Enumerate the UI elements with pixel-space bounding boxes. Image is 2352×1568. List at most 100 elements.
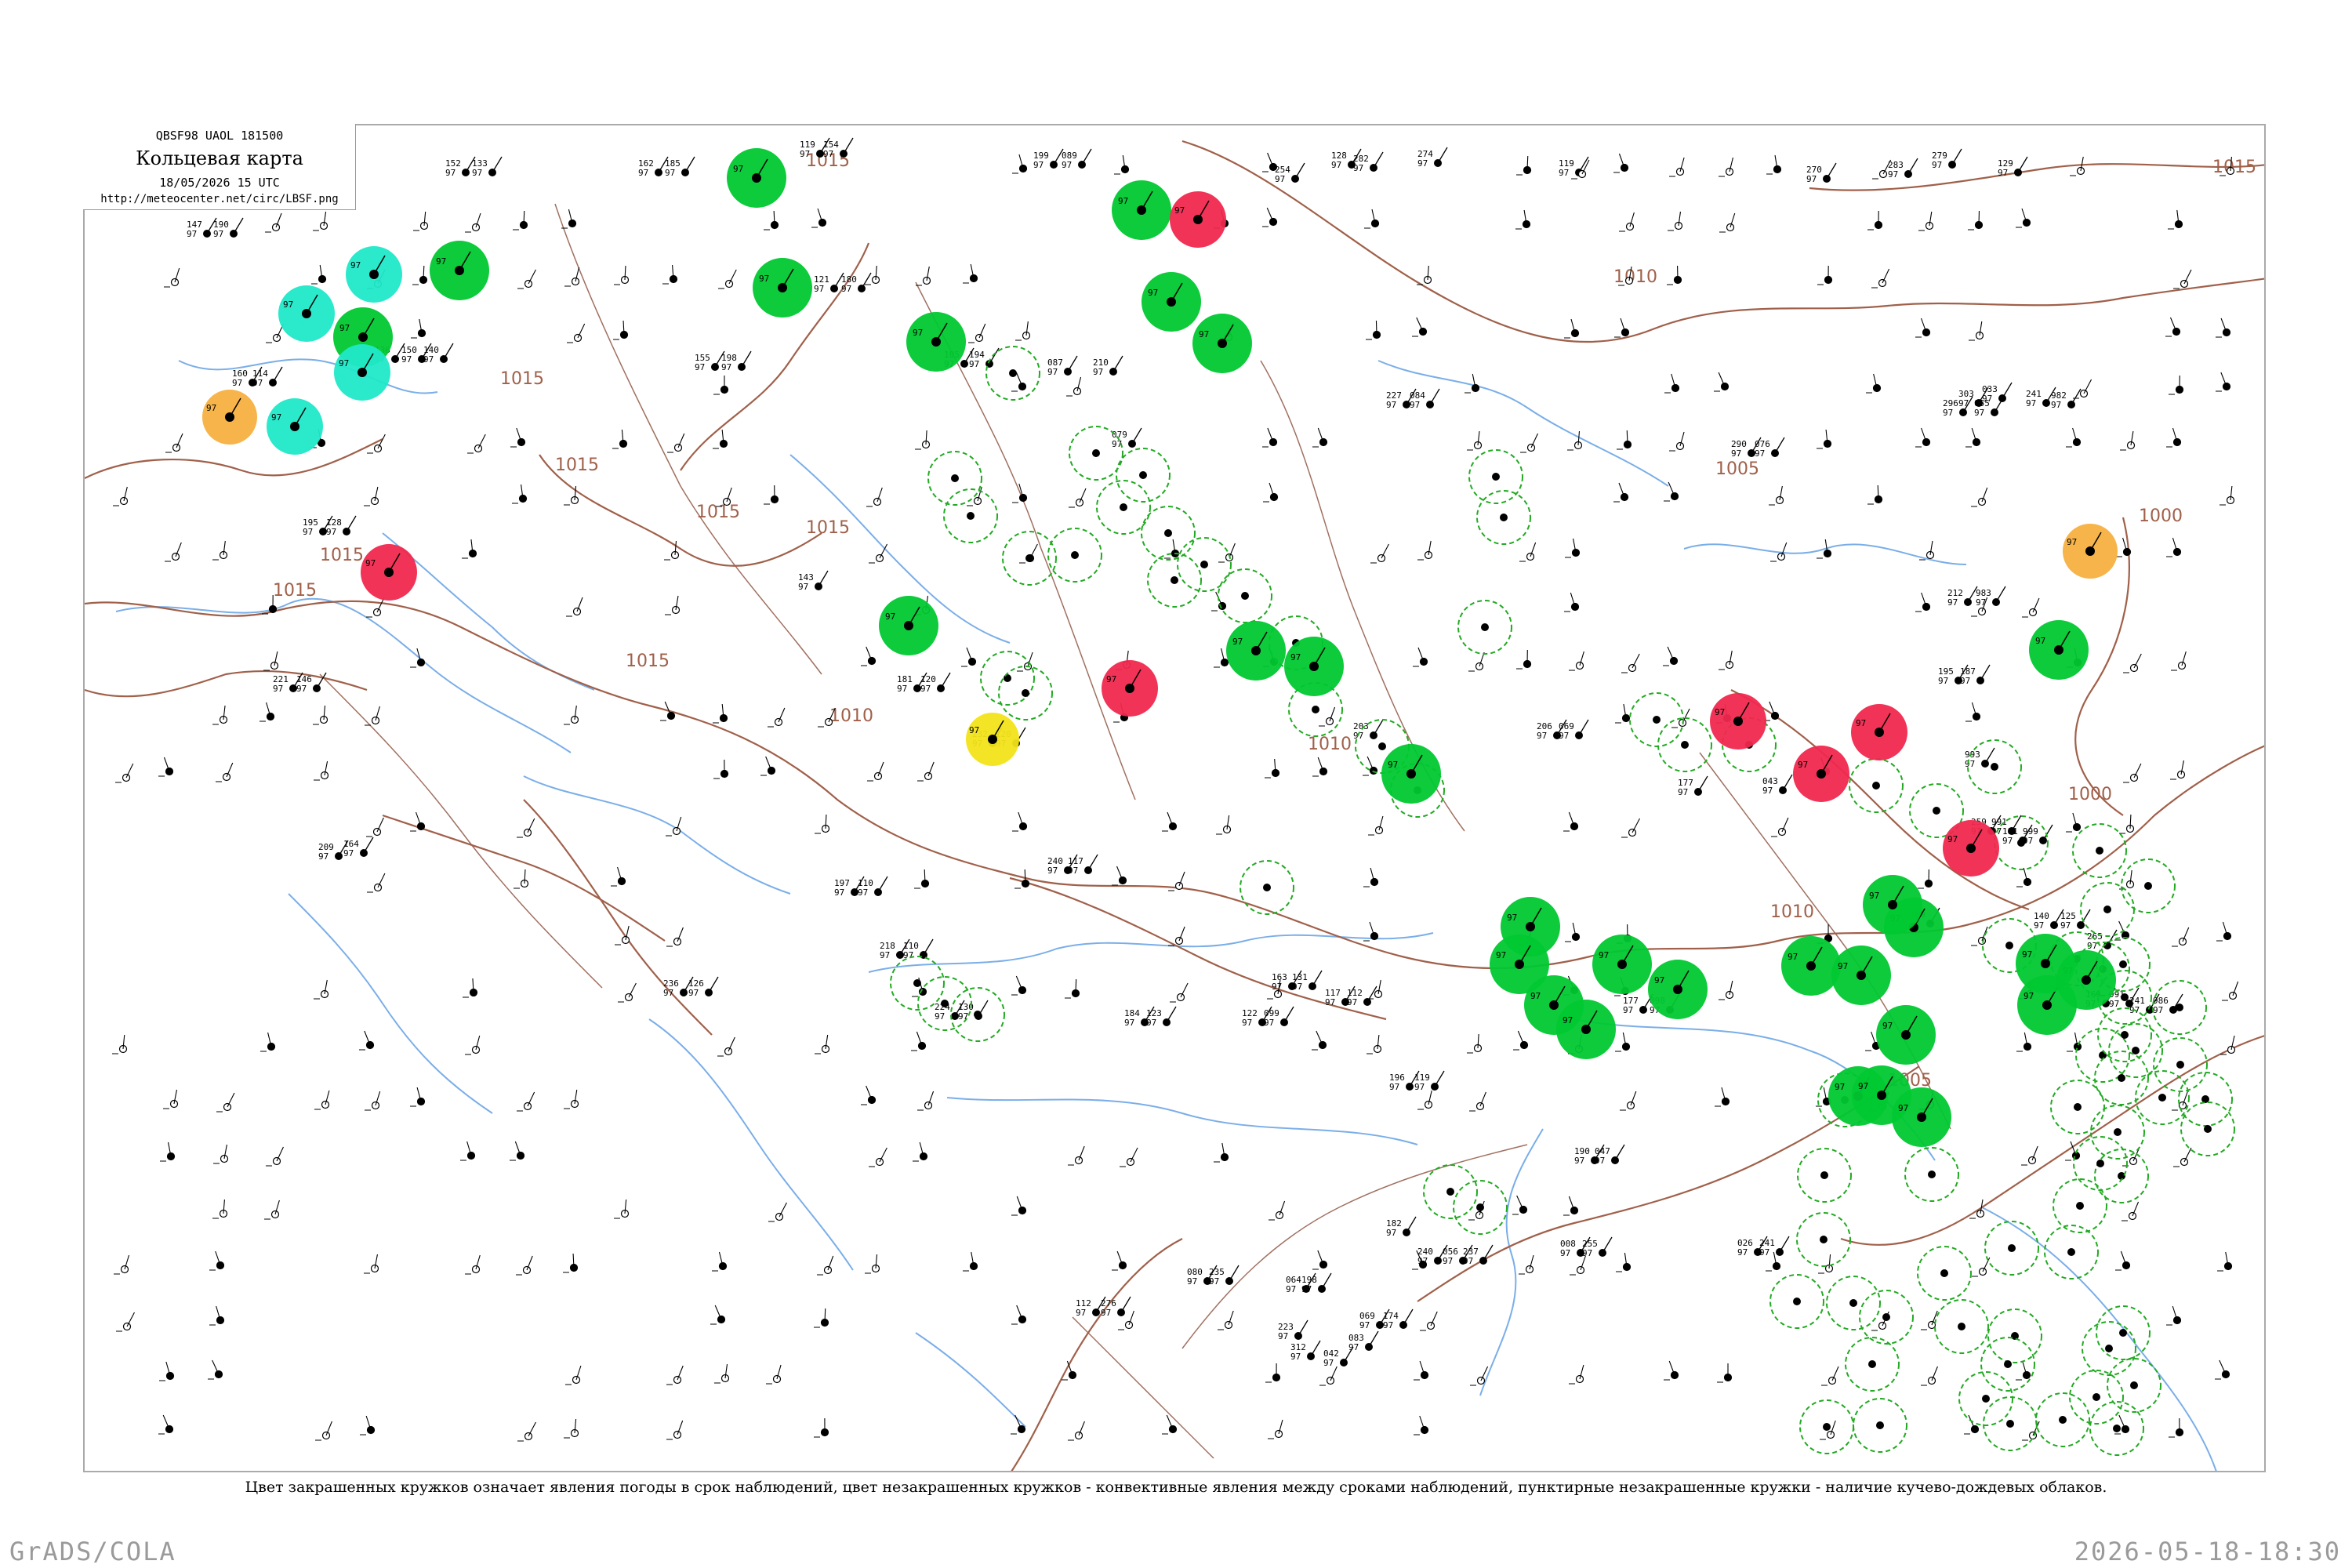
station-plot[interactable]: 28397 <box>1888 158 1918 180</box>
station-symbol[interactable] <box>2066 427 2082 448</box>
station-plot[interactable]: 09997 <box>1264 1006 1294 1028</box>
station-symbol[interactable] <box>865 265 880 285</box>
station-symbol[interactable] <box>1766 154 1782 175</box>
rain-station-circle[interactable]: 97 <box>1226 621 1286 681</box>
rain-station-circle[interactable]: 97 <box>1781 936 1841 996</box>
cb-dashed-circle[interactable] <box>985 346 1040 401</box>
station-symbol[interactable] <box>266 1146 284 1167</box>
station-symbol[interactable] <box>1011 975 1027 996</box>
station-plot[interactable]: 23597 <box>1209 1265 1240 1287</box>
station-symbol[interactable] <box>1614 318 1630 338</box>
station-symbol[interactable] <box>666 1365 684 1385</box>
station-symbol[interactable] <box>212 540 228 561</box>
cb-dashed-circle[interactable] <box>2082 1321 2136 1376</box>
station-symbol[interactable] <box>1417 540 1433 561</box>
station-plot[interactable]: 98297 <box>2051 388 2082 410</box>
station-symbol[interactable] <box>216 1092 235 1112</box>
station-symbol[interactable] <box>2119 814 2135 834</box>
station-symbol[interactable] <box>359 1030 375 1051</box>
station-symbol[interactable] <box>1565 538 1581 558</box>
station-symbol[interactable] <box>917 1091 935 1111</box>
station-symbol[interactable] <box>1312 1030 1327 1051</box>
station-symbol[interactable] <box>1565 922 1581 942</box>
station-plot[interactable]: 11097 <box>858 876 888 898</box>
station-symbol[interactable] <box>768 1202 787 1222</box>
rain-station-circle[interactable]: 97 <box>1648 960 1708 1019</box>
station-symbol[interactable] <box>2215 1359 2230 1380</box>
station-symbol[interactable] <box>313 211 328 231</box>
station-symbol[interactable] <box>364 1254 379 1274</box>
station-symbol[interactable] <box>811 208 827 228</box>
station-symbol[interactable] <box>1218 1310 1234 1330</box>
station-symbol[interactable] <box>869 543 888 564</box>
station-plot[interactable]: 27697 <box>1101 1296 1131 1318</box>
station-symbol[interactable] <box>1467 430 1483 451</box>
thunder-station-circle[interactable]: 97 <box>1793 746 1849 802</box>
station-symbol[interactable] <box>1417 1090 1433 1110</box>
station-symbol[interactable] <box>460 1141 476 1161</box>
station-plot[interactable]: 21097 <box>1093 355 1123 377</box>
station-symbol[interactable] <box>968 323 986 343</box>
station-plot[interactable]: 11297 <box>1347 985 1377 1007</box>
station-plot[interactable]: 12697 <box>688 976 719 998</box>
station-symbol[interactable] <box>314 1090 330 1110</box>
rain-station-circle[interactable]: 97 <box>1876 1005 1936 1065</box>
station-symbol[interactable] <box>1818 1254 1834 1274</box>
station-symbol[interactable] <box>1364 209 1380 229</box>
station-symbol[interactable] <box>365 1091 381 1111</box>
cb-dashed-circle[interactable] <box>1468 449 1523 504</box>
station-symbol[interactable] <box>766 1364 782 1385</box>
cb-dashed-circle[interactable] <box>1141 506 1196 561</box>
station-symbol[interactable] <box>467 434 486 454</box>
station-symbol[interactable] <box>564 485 579 506</box>
station-symbol[interactable] <box>713 703 728 724</box>
snow-station-circle[interactable]: 97 <box>278 285 335 342</box>
station-symbol[interactable] <box>1012 483 1028 503</box>
station-symbol[interactable] <box>1263 482 1279 503</box>
station-symbol[interactable] <box>208 1359 223 1380</box>
thunder-station-circle[interactable]: 97 <box>1710 693 1766 750</box>
station-symbol[interactable] <box>710 1305 726 1325</box>
thunder-station-circle[interactable]: 97 <box>1170 191 1226 248</box>
rain-station-circle[interactable]: 97 <box>1592 935 1652 994</box>
cb-dashed-circle[interactable] <box>1853 1398 1907 1453</box>
station-symbol[interactable] <box>2216 318 2231 338</box>
station-symbol[interactable] <box>1621 818 1640 838</box>
station-symbol[interactable] <box>263 651 279 671</box>
station-symbol[interactable] <box>713 375 729 395</box>
station-symbol[interactable] <box>1569 651 1584 671</box>
station-symbol[interactable] <box>517 1421 536 1442</box>
cb-dashed-circle[interactable] <box>1845 1337 1900 1392</box>
station-symbol[interactable] <box>764 485 779 505</box>
station-symbol[interactable] <box>2217 1251 2233 1272</box>
station-symbol[interactable] <box>1564 592 1580 612</box>
thunder-station-circle[interactable]: 97 <box>1943 820 1999 877</box>
station-symbol[interactable] <box>1866 373 1882 394</box>
station-symbol[interactable] <box>1367 1034 1382 1054</box>
station-symbol[interactable] <box>2073 379 2092 399</box>
station-symbol[interactable] <box>165 542 182 562</box>
station-symbol[interactable] <box>963 1251 978 1272</box>
source-url[interactable]: http://meteocenter.net/circ/LBSF.png <box>83 193 356 205</box>
cb-dashed-circle[interactable] <box>2072 823 2127 878</box>
shower-station-circle[interactable]: 97 <box>202 390 257 445</box>
station-plot[interactable]: 12897 <box>326 515 357 537</box>
station-symbol[interactable] <box>1319 706 1336 727</box>
station-symbol[interactable] <box>1062 1360 1077 1381</box>
station-symbol[interactable] <box>1262 427 1278 448</box>
station-symbol[interactable] <box>1669 157 1685 177</box>
station-plot[interactable]: 19097 <box>213 217 244 239</box>
station-symbol[interactable] <box>2169 375 2184 395</box>
cb-dashed-circle[interactable] <box>1859 1290 1914 1345</box>
station-symbol[interactable] <box>2173 1147 2192 1167</box>
station-symbol[interactable] <box>1468 652 1485 672</box>
station-symbol[interactable] <box>612 429 628 449</box>
station-symbol[interactable] <box>1312 427 1328 448</box>
station-symbol[interactable] <box>1921 1366 1938 1386</box>
station-symbol[interactable] <box>1613 482 1629 503</box>
station-symbol[interactable] <box>2123 763 2142 783</box>
cb-dashed-circle[interactable] <box>2080 882 2135 937</box>
station-symbol[interactable] <box>159 1361 175 1381</box>
station-symbol[interactable] <box>1515 209 1531 230</box>
station-plot[interactable]: 08497 <box>1410 388 1440 410</box>
